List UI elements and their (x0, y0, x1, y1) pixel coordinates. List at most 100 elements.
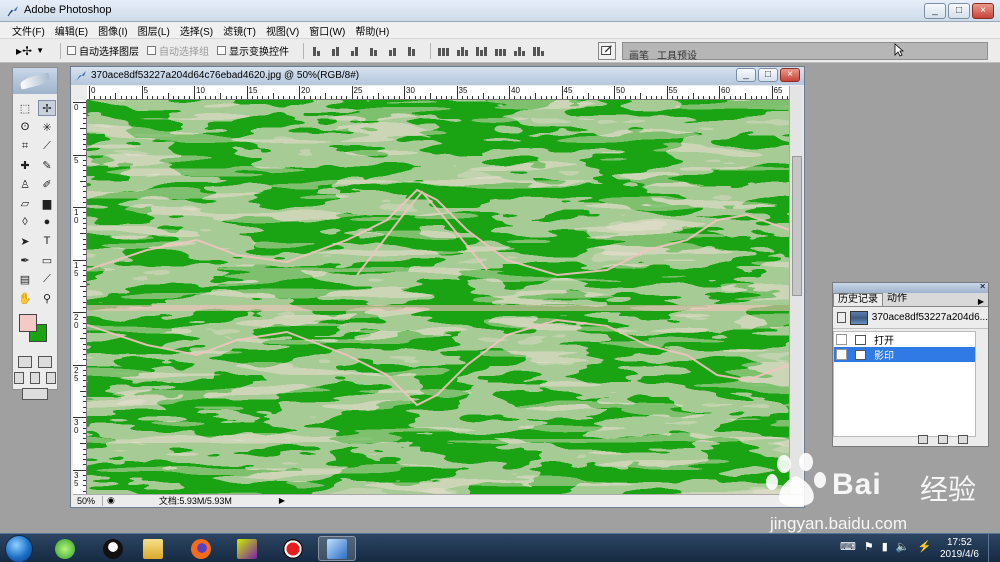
history-source-checkbox[interactable] (836, 334, 847, 345)
menu-window[interactable]: 窗口(W) (307, 23, 353, 38)
tool-preset-picker[interactable]: ▸✢ ▼ (16, 44, 44, 58)
zoom-tool-icon[interactable]: ⚲ (38, 290, 56, 306)
close-button[interactable]: × (972, 3, 994, 19)
checkbox-box[interactable] (67, 46, 76, 55)
minimize-button[interactable]: _ (924, 3, 946, 19)
history-snapshot[interactable]: 370ace8df53227a204d6... (833, 307, 988, 329)
eyedropper-tool-icon[interactable]: ⟋ (38, 271, 56, 287)
history-palette-header[interactable]: ✕ (833, 282, 988, 293)
history-brush-source-icon[interactable] (837, 312, 846, 323)
healing-brush-tool-icon[interactable]: ✚ (16, 157, 34, 173)
eraser-tool-icon[interactable]: ▱ (16, 195, 34, 211)
jump-to-imageready-icon[interactable] (22, 388, 48, 400)
palette-tab-tool-presets[interactable]: 工具预设 (657, 47, 697, 62)
vertical-scrollbar[interactable] (789, 86, 803, 495)
taskbar-app-photoshop[interactable] (318, 536, 356, 561)
standard-mode-icon[interactable] (18, 356, 32, 368)
tray-extra-icon[interactable]: ⚡ (918, 540, 932, 553)
new-document-from-state-icon[interactable] (918, 434, 928, 444)
network-icon[interactable]: ▮ (882, 540, 888, 553)
distribute-bottom-icon[interactable] (475, 45, 488, 56)
new-snapshot-icon[interactable] (938, 434, 948, 444)
brush-tool-icon[interactable]: ✎ (38, 157, 56, 173)
history-step[interactable]: 打开 (834, 332, 975, 347)
distribute-top-icon[interactable] (437, 45, 450, 56)
menu-filter[interactable]: 滤镜(T) (221, 23, 264, 38)
document-titlebar[interactable]: 370ace8df53227a204d64c76ebad4620.jpg @ 5… (71, 67, 804, 85)
clone-stamp-tool-icon[interactable]: ♙ (16, 176, 34, 192)
menu-layer[interactable]: 图层(L) (136, 23, 178, 38)
align-top-icon[interactable] (310, 45, 323, 56)
start-button[interactable] (5, 535, 33, 562)
align-left-icon[interactable] (367, 45, 380, 56)
palette-menu-icon[interactable]: ▶ (978, 297, 984, 306)
palette-close-icon[interactable]: ✕ (979, 282, 986, 291)
align-bottom-icon[interactable] (348, 45, 361, 56)
align-hcenter-icon[interactable] (386, 45, 399, 56)
crop-tool-icon[interactable]: ⌗ (16, 138, 34, 154)
notes-tool-icon[interactable]: ▤ (16, 271, 34, 287)
doc-maximize-button[interactable]: □ (758, 68, 778, 82)
taskbar-clock[interactable]: 17:52 2019/4/6 (940, 537, 979, 561)
taskbar-app-qq[interactable] (94, 536, 132, 561)
magic-wand-tool-icon[interactable]: ✳ (38, 119, 56, 135)
distribute-right-icon[interactable] (532, 45, 545, 56)
maximize-button[interactable]: □ (948, 3, 970, 19)
doc-close-button[interactable]: × (780, 68, 800, 82)
keyboard-icon[interactable]: ⌨ (840, 540, 856, 553)
toolbox-header[interactable] (13, 68, 57, 94)
status-menu-arrow-icon[interactable]: ▶ (279, 496, 285, 505)
align-right-icon[interactable] (405, 45, 418, 56)
doc-minimize-button[interactable]: _ (736, 68, 756, 82)
hand-tool-icon[interactable]: ✋ (16, 290, 34, 306)
volume-icon[interactable]: 🔈 (896, 540, 910, 553)
menu-image[interactable]: 图像(I) (96, 23, 135, 38)
type-tool-icon[interactable]: T (38, 233, 56, 249)
taskbar-app-screen-recorder[interactable] (274, 536, 312, 561)
screen-mode-full-menu-icon[interactable] (30, 372, 40, 384)
menu-edit[interactable]: 编辑(E) (53, 23, 96, 38)
show-desktop-button[interactable] (988, 534, 1000, 562)
auto-select-layer-checkbox[interactable]: 自动选择图层 (67, 43, 139, 58)
auto-select-group-checkbox[interactable]: 自动选择组 (147, 43, 209, 58)
ruler-horizontal[interactable]: 0 5 10 15 20 25 30 35 40 45 50 55 60 65 (87, 86, 795, 100)
menu-view[interactable]: 视图(V) (264, 23, 307, 38)
history-source-checkbox[interactable] (836, 349, 847, 360)
slice-tool-icon[interactable]: ⟋ (38, 138, 56, 154)
shape-tool-icon[interactable]: ▭ (38, 252, 56, 268)
blur-tool-icon[interactable]: ◊ (16, 214, 34, 230)
taskbar-app-video-player[interactable] (228, 536, 266, 561)
trash-icon[interactable] (958, 434, 968, 444)
move-tool-icon[interactable]: ✢ (38, 100, 56, 116)
distribute-left-icon[interactable] (494, 45, 507, 56)
checkbox-box[interactable] (147, 46, 156, 55)
history-step-selected[interactable]: 影印 (834, 347, 975, 362)
menu-file[interactable]: 文件(F) (10, 23, 53, 38)
tab-history[interactable]: 历史记录 (833, 293, 883, 306)
menu-help[interactable]: 帮助(H) (353, 23, 397, 38)
marquee-tool-icon[interactable]: ⬚ (16, 100, 34, 116)
distribute-vcenter-icon[interactable] (456, 45, 469, 56)
tab-actions[interactable]: 动作 (883, 293, 911, 306)
menu-select[interactable]: 选择(S) (178, 23, 221, 38)
taskbar-app-explorer[interactable] (134, 536, 172, 561)
screen-mode-standard-icon[interactable] (14, 372, 24, 384)
scrollbar-thumb[interactable] (792, 156, 802, 296)
zoom-level[interactable]: 50% (73, 495, 103, 506)
show-transform-checkbox[interactable]: 显示变换控件 (217, 43, 289, 58)
image-canvas[interactable] (87, 100, 790, 495)
path-selection-tool-icon[interactable]: ➤ (16, 233, 34, 249)
checkbox-box[interactable] (217, 46, 226, 55)
palette-tab-brushes[interactable]: 画笔 (629, 47, 649, 62)
ruler-vertical[interactable]: 0 5 1 0 1 5 2 0 2 5 3 0 3 5 (73, 100, 87, 495)
taskbar-app-360-browser[interactable] (46, 536, 84, 561)
taskbar-app-firefox[interactable] (182, 536, 220, 561)
distribute-hcenter-icon[interactable] (513, 45, 526, 56)
quick-mask-mode-icon[interactable] (38, 356, 52, 368)
lasso-tool-icon[interactable]: ʘ (16, 119, 34, 135)
go-to-bridge-button[interactable] (598, 42, 616, 60)
foreground-color-swatch[interactable] (19, 314, 37, 332)
screen-mode-full-icon[interactable] (46, 372, 56, 384)
pen-tool-icon[interactable]: ✒ (16, 252, 34, 268)
gradient-tool-icon[interactable]: ▆ (38, 195, 56, 211)
